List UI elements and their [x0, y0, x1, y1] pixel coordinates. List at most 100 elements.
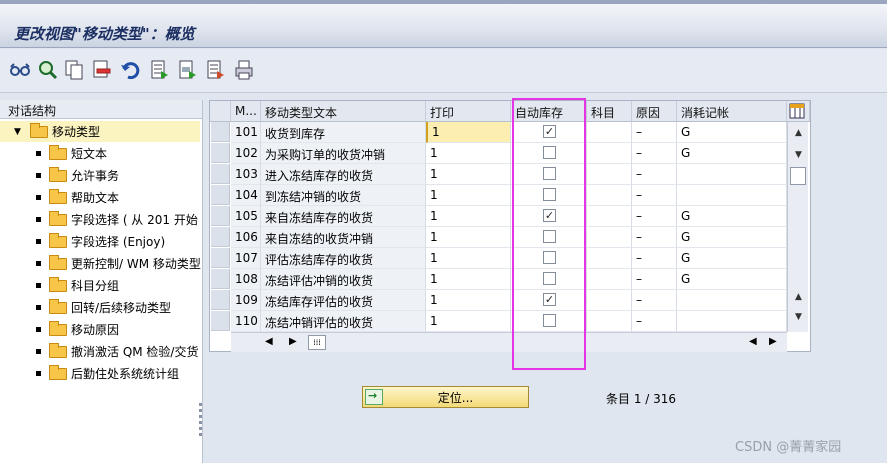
- cell-account[interactable]: [587, 248, 632, 269]
- tree-item[interactable]: 回转/后续移动类型: [36, 297, 171, 318]
- glasses-icon[interactable]: [10, 60, 30, 80]
- bullet-icon: [36, 305, 41, 310]
- vertical-scrollbar[interactable]: ▲ ▼ ▲ ▼: [787, 122, 808, 332]
- row-selector[interactable]: [211, 269, 230, 289]
- cell-print-input[interactable]: 1: [426, 164, 511, 185]
- find-icon[interactable]: [38, 60, 58, 80]
- expand-down-icon[interactable]: ▼: [14, 127, 24, 137]
- cell-print-input[interactable]: 1: [426, 227, 511, 248]
- deselect-icon[interactable]: [206, 60, 226, 80]
- tree-item-movement-type[interactable]: ▼ 移动类型: [14, 121, 100, 142]
- cell-mvt: 104: [231, 185, 261, 206]
- horizontal-scrollbar[interactable]: ◀ ▶ ⁞⁞⁞ ◀ ▶: [231, 332, 787, 352]
- cell-print-input[interactable]: 1: [426, 248, 511, 269]
- cell-reason[interactable]: –: [632, 269, 677, 290]
- scroll-far-left-icon[interactable]: ◀: [749, 336, 757, 347]
- tree-item[interactable]: 后勤住处系统统计组: [36, 363, 179, 384]
- scroll-far-right-icon[interactable]: ▶: [769, 336, 777, 347]
- row-selector[interactable]: [211, 227, 230, 247]
- hscroll-thumb[interactable]: ⁞⁞⁞: [308, 335, 326, 350]
- cell-print-input[interactable]: 1: [426, 269, 511, 290]
- cell-print-input[interactable]: 1: [426, 311, 511, 332]
- cell-print-input[interactable]: 1: [426, 290, 511, 311]
- cell-reason[interactable]: –: [632, 290, 677, 311]
- scroll-left-icon[interactable]: ◀: [265, 336, 273, 347]
- column-header-text[interactable]: 移动类型文本: [261, 101, 426, 122]
- row-selector[interactable]: [211, 143, 230, 163]
- annotation-highlight-box: [512, 98, 586, 370]
- cell-print-input[interactable]: 1: [426, 206, 511, 227]
- tree-item[interactable]: 科目分组: [36, 275, 119, 296]
- cell-reason[interactable]: –: [632, 185, 677, 206]
- print-icon[interactable]: [234, 60, 254, 80]
- tree-item[interactable]: 字段选择 (Enjoy): [36, 231, 165, 252]
- cell-consumption[interactable]: [677, 290, 787, 311]
- column-settings-icon[interactable]: [787, 101, 810, 122]
- tree-item[interactable]: 允许事务: [36, 165, 119, 186]
- undo-icon[interactable]: [120, 60, 140, 80]
- row-selector[interactable]: [211, 290, 230, 310]
- column-header-print[interactable]: 打印: [426, 101, 511, 122]
- row-selector[interactable]: [211, 311, 230, 331]
- row-selector[interactable]: [211, 206, 230, 226]
- cell-print-input[interactable]: 1: [426, 122, 511, 143]
- tree-item[interactable]: 短文本: [36, 143, 107, 164]
- row-selector-header[interactable]: [210, 101, 231, 122]
- cell-reason[interactable]: –: [632, 248, 677, 269]
- cell-account[interactable]: [587, 227, 632, 248]
- cell-account[interactable]: [587, 164, 632, 185]
- cell-reason[interactable]: –: [632, 143, 677, 164]
- scroll-down-icon[interactable]: ▼: [791, 148, 806, 163]
- position-button[interactable]: 定位...: [362, 386, 529, 408]
- delete-icon[interactable]: [92, 60, 112, 80]
- scroll-right-icon[interactable]: ▶: [289, 336, 297, 347]
- row-selector[interactable]: [211, 164, 230, 184]
- cell-account[interactable]: [587, 311, 632, 332]
- cell-account[interactable]: [587, 185, 632, 206]
- cell-reason[interactable]: –: [632, 122, 677, 143]
- select-block-icon[interactable]: [178, 60, 198, 80]
- cell-reason[interactable]: –: [632, 206, 677, 227]
- cell-account[interactable]: [587, 122, 632, 143]
- cell-mvt: 108: [231, 269, 261, 290]
- cell-print-input[interactable]: 1: [426, 143, 511, 164]
- column-header-account[interactable]: 科目: [587, 101, 632, 122]
- row-selector[interactable]: [211, 122, 230, 142]
- cell-consumption[interactable]: G: [677, 248, 787, 269]
- cell-consumption[interactable]: G: [677, 227, 787, 248]
- tree-item[interactable]: 移动原因: [36, 319, 119, 340]
- cell-account[interactable]: [587, 143, 632, 164]
- bullet-icon: [36, 283, 41, 288]
- column-header-mvt[interactable]: M...: [231, 101, 261, 122]
- splitter-handle[interactable]: [199, 400, 203, 440]
- cell-consumption[interactable]: [677, 311, 787, 332]
- tree-item[interactable]: 撤消激活 QM 检验/交货: [36, 341, 198, 362]
- page-down-icon[interactable]: ▼: [791, 310, 806, 325]
- tree-item[interactable]: 字段选择 ( 从 201 开始: [36, 209, 198, 230]
- cell-reason[interactable]: –: [632, 164, 677, 185]
- cell-consumption[interactable]: G: [677, 122, 787, 143]
- cell-account[interactable]: [587, 206, 632, 227]
- cell-account[interactable]: [587, 290, 632, 311]
- cell-reason[interactable]: –: [632, 227, 677, 248]
- tree-item[interactable]: 帮助文本: [36, 187, 119, 208]
- scroll-up-icon[interactable]: ▲: [791, 126, 806, 141]
- cell-print-input[interactable]: 1: [426, 185, 511, 206]
- folder-icon: [49, 166, 67, 182]
- column-header-consumption[interactable]: 消耗记帐: [677, 101, 787, 122]
- scroll-thumb[interactable]: [790, 167, 806, 185]
- cell-consumption[interactable]: G: [677, 206, 787, 227]
- cell-consumption[interactable]: G: [677, 269, 787, 290]
- row-selector[interactable]: [211, 248, 230, 268]
- cell-reason[interactable]: –: [632, 311, 677, 332]
- copy-icon[interactable]: [64, 60, 84, 80]
- cell-consumption[interactable]: G: [677, 143, 787, 164]
- select-all-icon[interactable]: [150, 60, 170, 80]
- page-up-icon[interactable]: ▲: [791, 290, 806, 305]
- column-header-reason[interactable]: 原因: [632, 101, 677, 122]
- cell-consumption[interactable]: [677, 164, 787, 185]
- tree-item[interactable]: 更新控制/ WM 移动类型: [36, 253, 201, 274]
- cell-account[interactable]: [587, 269, 632, 290]
- cell-consumption[interactable]: [677, 185, 787, 206]
- row-selector[interactable]: [211, 185, 230, 205]
